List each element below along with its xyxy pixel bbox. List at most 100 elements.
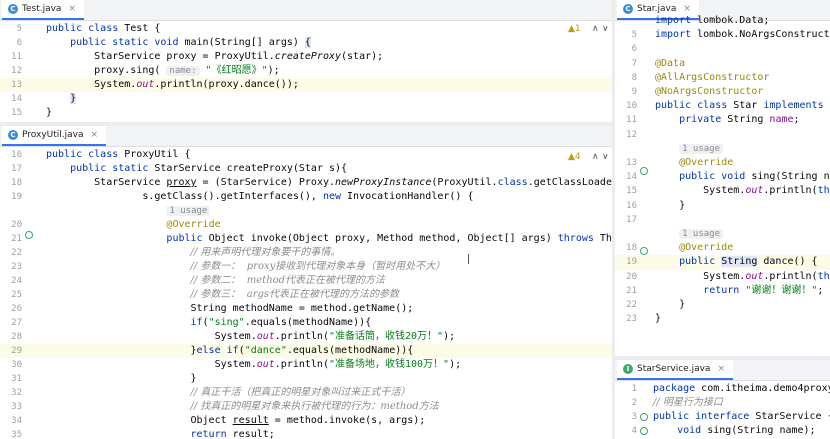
code-text: System.out.println("准备话筒，收钱20万！");	[46, 331, 456, 342]
line-number: 23	[626, 314, 637, 325]
code-text: System.out.println(this.name + "正在唱");	[655, 185, 830, 197]
code-line[interactable]: import lombok.Data;	[615, 14, 830, 28]
code-line[interactable]: 26 String methodName = method.getName();	[0, 302, 612, 316]
test-editor[interactable]: C Test.java × ▲1 ∧ ∨ 5 public class Test …	[0, 0, 612, 122]
line-number: 8	[631, 72, 637, 83]
close-icon[interactable]: ×	[683, 4, 691, 14]
code-line[interactable]: 6	[615, 42, 830, 56]
code-line[interactable]: 22 // 用来声明代理对象要干的事情。	[0, 246, 612, 260]
line-number: 24	[11, 276, 22, 286]
code-line[interactable]: 12 proxy.sing( name: "《红昭愿》");	[0, 64, 612, 78]
starservice-code-area[interactable]: 1 package com.itheima.demo4proxy; 2 // 明星行为…	[615, 382, 830, 439]
code-line[interactable]: 11 StarService proxy = ProxyUtil.createP…	[0, 50, 612, 64]
code-line[interactable]: 15 System.out.println(this.name + "正在唱")…	[615, 184, 830, 198]
code-line[interactable]: 17 public static StarService createProxy…	[0, 162, 612, 176]
code-line[interactable]: 29 }else if("dance".equals(methodName)){	[0, 344, 612, 358]
code-line[interactable]: 34 Object result = method.invoke(s, args…	[0, 414, 612, 428]
code-line[interactable]: 5 public class Test {	[0, 22, 612, 36]
code-line[interactable]: 23 // 参数一： proxy接收到代理对象本身（暂时用处不大）	[0, 260, 612, 274]
code-text: }	[70, 93, 77, 104]
code-line[interactable]: 24 // 参数二： method代表正在被代理的方法	[0, 274, 612, 288]
line-number: 5	[631, 30, 637, 41]
code-line[interactable]: 33 // 找真正的明星对象来执行被代理的行为：method方法	[0, 400, 612, 414]
code-line[interactable]: 30 System.out.println("准备场地，收钱100万！");	[0, 358, 612, 372]
tab-starservice-java[interactable]: I StarService.java ×	[617, 360, 733, 380]
code-line[interactable]: 20 @Override	[0, 218, 612, 232]
code-text: private String name;	[679, 114, 800, 126]
code-line[interactable]: 1 usage	[0, 204, 612, 218]
code-text: @Override	[679, 242, 734, 254]
tab-proxyutil-java[interactable]: C ProxyUtil.java ×	[2, 126, 107, 146]
code-line[interactable]: 25 // 参数三： args代表正在被代理的方法的参数	[0, 288, 612, 302]
code-text: void sing(String name);	[677, 425, 816, 436]
code-line[interactable]: 6 public static void main(String[] args)…	[0, 36, 612, 50]
code-text: return result;	[190, 429, 275, 439]
code-line[interactable]: 16 }	[615, 199, 830, 213]
line-number: 21	[11, 234, 22, 244]
code-line[interactable]: 4 void sing(String name);	[615, 424, 830, 438]
code-line[interactable]: 10 public class Star implements StarServi…	[615, 99, 830, 113]
code-line[interactable]: 14 }	[0, 92, 612, 106]
code-line[interactable]: 1 package com.itheima.demo4proxy;	[615, 382, 830, 396]
star-code-area[interactable]: import lombok.Data; 5 import lombok.NoArgs…	[615, 14, 830, 356]
line-number: 9	[631, 87, 637, 97]
close-icon[interactable]: ×	[68, 4, 76, 14]
class-icon: C	[623, 4, 633, 14]
code-line[interactable]: 13 @Override	[615, 156, 830, 170]
star-editor[interactable]: C Star.java × import lombok.Data; 5 import…	[615, 0, 830, 356]
code-text: public static StarService createProxy(St…	[70, 163, 348, 174]
code-text: // 明星行为接口	[653, 397, 723, 408]
code-text: StarService proxy = (StarService) Proxy.…	[46, 177, 612, 188]
code-line[interactable]: 5 import lombok.NoArgsConstructor;	[615, 28, 830, 42]
code-line[interactable]: 23}	[615, 312, 830, 326]
code-text: }	[46, 373, 197, 384]
code-line[interactable]: 18 @Override	[615, 241, 830, 255]
code-line[interactable]: 32 // 真正干活（把真正的明星对象叫过来正式干活）	[0, 386, 612, 400]
code-line[interactable]: 3 public interface StarService {	[615, 410, 830, 424]
code-line[interactable]: 31 }	[0, 372, 612, 386]
code-line[interactable]: 17	[615, 213, 830, 227]
tab-label: ProxyUtil.java	[22, 130, 84, 140]
close-icon[interactable]: ×	[91, 130, 99, 140]
code-text: package com.itheima.demo4proxy;	[653, 383, 830, 394]
code-line[interactable]: 14 public void sing(String name){	[615, 170, 830, 184]
code-line[interactable]: 1 usage	[615, 227, 830, 241]
line-number: 4	[631, 426, 637, 436]
code-line[interactable]: 22 }	[615, 298, 830, 312]
line-number: 5	[16, 24, 22, 34]
code-text: }	[46, 107, 53, 118]
code-line[interactable]: 16 public class ProxyUtil {	[0, 148, 612, 162]
tab-test-java[interactable]: C Test.java ×	[2, 0, 84, 20]
code-line[interactable]: 13 System.out.println(proxy.dance());	[0, 78, 612, 92]
code-line[interactable]: 21 public Object invoke(Object proxy, Me…	[0, 232, 612, 246]
code-line[interactable]: 35 return result;	[0, 428, 612, 439]
proxyutil-editor[interactable]: C ProxyUtil.java × ▲4 ∧ ∨ 16 public class…	[0, 126, 612, 439]
line-number: 22	[626, 300, 637, 310]
code-text: 1 usage	[46, 204, 211, 218]
starservice-editor[interactable]: I StarService.java × 1 package com.itheim…	[615, 360, 830, 439]
code-line[interactable]: 1 usage	[615, 142, 830, 156]
code-line[interactable]: 27 if("sing".equals(methodName)){	[0, 316, 612, 330]
test-code-area[interactable]: 5 public class Test {6 public static void…	[0, 22, 612, 122]
code-line[interactable]: 19 s.getClass().getInterfaces(), new Inv…	[0, 190, 612, 204]
code-text: System.out.println(this.name + "正在跳舞");	[655, 270, 830, 282]
line-number: 13	[11, 80, 22, 90]
code-line[interactable]: 9 @NoArgsConstructor	[615, 85, 830, 99]
code-line[interactable]: 18 StarService proxy = (StarService) Pro…	[0, 176, 612, 190]
code-line[interactable]: 12	[615, 128, 830, 142]
close-icon[interactable]: ×	[717, 364, 725, 374]
code-line[interactable]: 7 @Data	[615, 57, 830, 71]
code-line[interactable]: 8 @AllArgsConstructor	[615, 71, 830, 85]
code-line[interactable]: 21 return "谢谢！谢谢！";	[615, 284, 830, 298]
code-line[interactable]: 28 System.out.println("准备话筒，收钱20万！");	[0, 330, 612, 344]
line-number: 14	[626, 172, 637, 183]
code-line[interactable]: 19 public String dance() {	[615, 255, 830, 270]
code-line[interactable]: 2 // 明星行为接口	[615, 396, 830, 410]
proxyutil-code-area[interactable]: 16 public class ProxyUtil {17 public stat…	[0, 148, 612, 439]
code-line[interactable]: 11 private String name;	[615, 113, 830, 127]
code-text: s.getClass().getInterfaces(), new Invoca…	[46, 191, 474, 202]
line-number: 16	[626, 200, 637, 211]
code-line[interactable]: 15}	[0, 106, 612, 120]
line-number: 20	[626, 271, 637, 282]
code-line[interactable]: 20 System.out.println(this.name + "正在跳舞"…	[615, 270, 830, 284]
